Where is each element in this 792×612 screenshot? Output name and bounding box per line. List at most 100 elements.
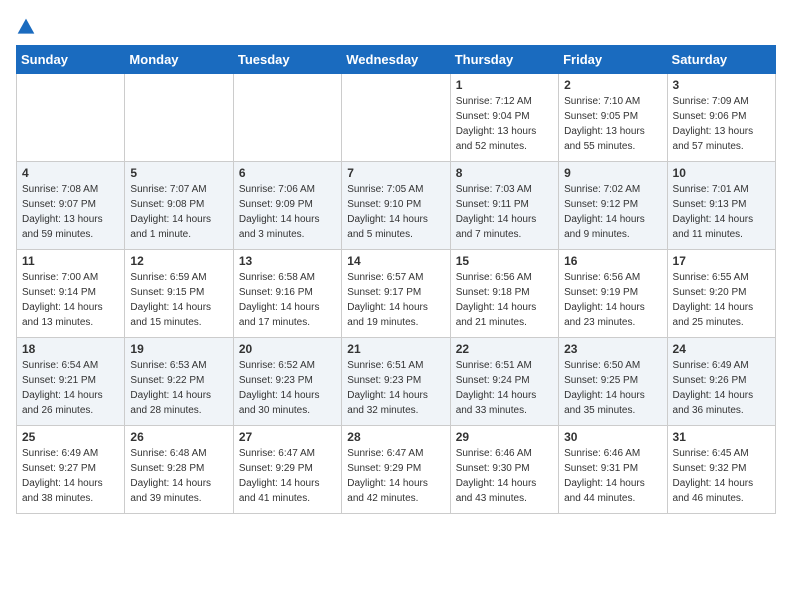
calendar-cell — [342, 74, 450, 162]
day-number: 3 — [673, 78, 770, 92]
day-info: Sunrise: 7:12 AM Sunset: 9:04 PM Dayligh… — [456, 94, 553, 154]
calendar-week-3: 11 Sunrise: 7:00 AM Sunset: 9:14 PM Dayli… — [17, 250, 776, 338]
calendar-cell: 9 Sunrise: 7:02 AM Sunset: 9:12 PM Daylig… — [559, 162, 667, 250]
calendar-table: SundayMondayTuesdayWednesdayThursdayFrid… — [16, 45, 776, 514]
day-info: Sunrise: 6:47 AM Sunset: 9:29 PM Dayligh… — [239, 446, 336, 506]
calendar-cell: 2 Sunrise: 7:10 AM Sunset: 9:05 PM Daylig… — [559, 74, 667, 162]
day-info: Sunrise: 6:56 AM Sunset: 9:18 PM Dayligh… — [456, 270, 553, 330]
day-number: 4 — [22, 166, 119, 180]
day-info: Sunrise: 7:07 AM Sunset: 9:08 PM Dayligh… — [130, 182, 227, 242]
calendar-cell — [17, 74, 125, 162]
logo — [16, 16, 40, 37]
day-number: 15 — [456, 254, 553, 268]
calendar-cell: 7Sunrise: 7:05 AM Sunset: 9:10 PM Daylig… — [342, 162, 450, 250]
calendar-cell: 20 Sunrise: 6:52 AM Sunset: 9:23 PM Dayli… — [233, 338, 341, 426]
day-info: Sunrise: 6:52 AM Sunset: 9:23 PM Dayligh… — [239, 358, 336, 418]
weekday-saturday: Saturday — [667, 46, 775, 74]
calendar-cell: 19 Sunrise: 6:53 AM Sunset: 9:22 PM Dayli… — [125, 338, 233, 426]
calendar-cell: 13 Sunrise: 6:58 AM Sunset: 9:16 PM Dayli… — [233, 250, 341, 338]
calendar-cell: 18Sunrise: 6:54 AM Sunset: 9:21 PM Dayli… — [17, 338, 125, 426]
day-info: Sunrise: 7:03 AM Sunset: 9:11 PM Dayligh… — [456, 182, 553, 242]
day-number: 8 — [456, 166, 553, 180]
day-info: Sunrise: 6:47 AM Sunset: 9:29 PM Dayligh… — [347, 446, 444, 506]
day-info: Sunrise: 6:49 AM Sunset: 9:26 PM Dayligh… — [673, 358, 770, 418]
calendar-cell: 23Sunrise: 6:50 AM Sunset: 9:25 PM Dayli… — [559, 338, 667, 426]
day-info: Sunrise: 6:54 AM Sunset: 9:21 PM Dayligh… — [22, 358, 119, 418]
calendar-week-1: 1 Sunrise: 7:12 AM Sunset: 9:04 PM Daylig… — [17, 74, 776, 162]
day-info: Sunrise: 6:46 AM Sunset: 9:31 PM Dayligh… — [564, 446, 661, 506]
day-number: 28 — [347, 430, 444, 444]
day-number: 25 — [22, 430, 119, 444]
calendar-cell: 30 Sunrise: 6:46 AM Sunset: 9:31 PM Dayli… — [559, 426, 667, 514]
day-number: 17 — [673, 254, 770, 268]
calendar-cell: 27 Sunrise: 6:47 AM Sunset: 9:29 PM Dayli… — [233, 426, 341, 514]
calendar-cell: 16 Sunrise: 6:56 AM Sunset: 9:19 PM Dayli… — [559, 250, 667, 338]
weekday-sunday: Sunday — [17, 46, 125, 74]
calendar-week-5: 25 Sunrise: 6:49 AM Sunset: 9:27 PM Dayli… — [17, 426, 776, 514]
day-info: Sunrise: 7:01 AM Sunset: 9:13 PM Dayligh… — [673, 182, 770, 242]
calendar-week-2: 4 Sunrise: 7:08 AM Sunset: 9:07 PM Daylig… — [17, 162, 776, 250]
calendar-cell: 15 Sunrise: 6:56 AM Sunset: 9:18 PM Dayli… — [450, 250, 558, 338]
day-info: Sunrise: 7:10 AM Sunset: 9:05 PM Dayligh… — [564, 94, 661, 154]
calendar-cell: 25 Sunrise: 6:49 AM Sunset: 9:27 PM Dayli… — [17, 426, 125, 514]
day-number: 29 — [456, 430, 553, 444]
day-number: 1 — [456, 78, 553, 92]
weekday-header-row: SundayMondayTuesdayWednesdayThursdayFrid… — [17, 46, 776, 74]
weekday-friday: Friday — [559, 46, 667, 74]
calendar-cell: 12 Sunrise: 6:59 AM Sunset: 9:15 PM Dayli… — [125, 250, 233, 338]
calendar-cell: 5Sunrise: 7:07 AM Sunset: 9:08 PM Daylig… — [125, 162, 233, 250]
day-number: 20 — [239, 342, 336, 356]
calendar-cell: 3 Sunrise: 7:09 AM Sunset: 9:06 PM Daylig… — [667, 74, 775, 162]
calendar-cell: 17Sunrise: 6:55 AM Sunset: 9:20 PM Dayli… — [667, 250, 775, 338]
day-info: Sunrise: 7:00 AM Sunset: 9:14 PM Dayligh… — [22, 270, 119, 330]
day-info: Sunrise: 7:08 AM Sunset: 9:07 PM Dayligh… — [22, 182, 119, 242]
day-number: 30 — [564, 430, 661, 444]
day-number: 7 — [347, 166, 444, 180]
day-info: Sunrise: 6:51 AM Sunset: 9:23 PM Dayligh… — [347, 358, 444, 418]
day-info: Sunrise: 6:48 AM Sunset: 9:28 PM Dayligh… — [130, 446, 227, 506]
day-info: Sunrise: 6:49 AM Sunset: 9:27 PM Dayligh… — [22, 446, 119, 506]
day-number: 22 — [456, 342, 553, 356]
weekday-monday: Monday — [125, 46, 233, 74]
day-info: Sunrise: 6:59 AM Sunset: 9:15 PM Dayligh… — [130, 270, 227, 330]
weekday-tuesday: Tuesday — [233, 46, 341, 74]
calendar-cell: 14 Sunrise: 6:57 AM Sunset: 9:17 PM Dayli… — [342, 250, 450, 338]
calendar-cell: 4 Sunrise: 7:08 AM Sunset: 9:07 PM Daylig… — [17, 162, 125, 250]
day-number: 31 — [673, 430, 770, 444]
day-number: 27 — [239, 430, 336, 444]
weekday-wednesday: Wednesday — [342, 46, 450, 74]
day-number: 19 — [130, 342, 227, 356]
day-info: Sunrise: 6:53 AM Sunset: 9:22 PM Dayligh… — [130, 358, 227, 418]
day-number: 12 — [130, 254, 227, 268]
day-number: 26 — [130, 430, 227, 444]
calendar-cell: 31Sunrise: 6:45 AM Sunset: 9:32 PM Dayli… — [667, 426, 775, 514]
calendar-cell: 22 Sunrise: 6:51 AM Sunset: 9:24 PM Dayli… — [450, 338, 558, 426]
day-number: 2 — [564, 78, 661, 92]
calendar-cell: 29 Sunrise: 6:46 AM Sunset: 9:30 PM Dayli… — [450, 426, 558, 514]
day-info: Sunrise: 6:56 AM Sunset: 9:19 PM Dayligh… — [564, 270, 661, 330]
day-info: Sunrise: 7:06 AM Sunset: 9:09 PM Dayligh… — [239, 182, 336, 242]
day-number: 24 — [673, 342, 770, 356]
calendar-cell — [233, 74, 341, 162]
day-info: Sunrise: 6:58 AM Sunset: 9:16 PM Dayligh… — [239, 270, 336, 330]
day-info: Sunrise: 7:09 AM Sunset: 9:06 PM Dayligh… — [673, 94, 770, 154]
calendar-cell: 24 Sunrise: 6:49 AM Sunset: 9:26 PM Dayli… — [667, 338, 775, 426]
day-number: 21 — [347, 342, 444, 356]
day-number: 16 — [564, 254, 661, 268]
day-number: 14 — [347, 254, 444, 268]
day-info: Sunrise: 7:02 AM Sunset: 9:12 PM Dayligh… — [564, 182, 661, 242]
calendar-cell: 11 Sunrise: 7:00 AM Sunset: 9:14 PM Dayli… — [17, 250, 125, 338]
calendar-week-4: 18Sunrise: 6:54 AM Sunset: 9:21 PM Dayli… — [17, 338, 776, 426]
day-number: 6 — [239, 166, 336, 180]
day-number: 13 — [239, 254, 336, 268]
day-info: Sunrise: 6:57 AM Sunset: 9:17 PM Dayligh… — [347, 270, 444, 330]
day-info: Sunrise: 6:50 AM Sunset: 9:25 PM Dayligh… — [564, 358, 661, 418]
day-info: Sunrise: 6:51 AM Sunset: 9:24 PM Dayligh… — [456, 358, 553, 418]
day-number: 11 — [22, 254, 119, 268]
day-info: Sunrise: 6:46 AM Sunset: 9:30 PM Dayligh… — [456, 446, 553, 506]
day-number: 9 — [564, 166, 661, 180]
calendar-cell: 6 Sunrise: 7:06 AM Sunset: 9:09 PM Daylig… — [233, 162, 341, 250]
calendar-cell: 8 Sunrise: 7:03 AM Sunset: 9:11 PM Daylig… — [450, 162, 558, 250]
calendar-cell: 26 Sunrise: 6:48 AM Sunset: 9:28 PM Dayli… — [125, 426, 233, 514]
page-header — [16, 16, 776, 37]
